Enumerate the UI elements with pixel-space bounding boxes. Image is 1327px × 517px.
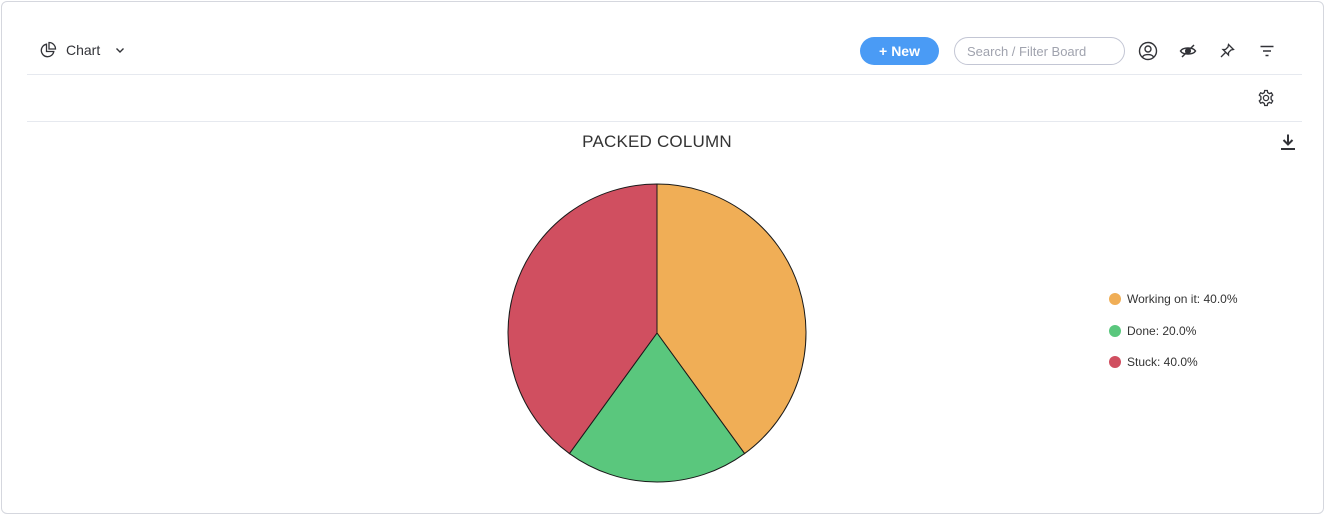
person-icon[interactable] [1137, 40, 1159, 62]
legend-label: Stuck: 40.0% [1127, 355, 1198, 369]
board-toolbar: Chart + New [27, 28, 1302, 75]
view-label: Chart [66, 42, 101, 58]
new-button-label: New [891, 43, 920, 59]
legend-label: Done: 20.0% [1127, 323, 1197, 338]
legend-item-stuck[interactable]: Stuck: 40.0% [1109, 353, 1238, 371]
chevron-down-icon[interactable] [114, 44, 126, 56]
pie-chart-icon [39, 41, 57, 59]
legend-marker [1109, 324, 1121, 337]
legend-label: Working on it: 40.0% [1127, 292, 1238, 306]
chart-legend: Working on it: 40.0% Done: 20.0% Stuck: 40… [1109, 290, 1238, 385]
filter-icon[interactable] [1256, 40, 1278, 62]
search-input[interactable] [954, 37, 1125, 65]
eye-hidden-icon[interactable] [1177, 40, 1199, 62]
gear-icon[interactable] [1255, 87, 1277, 109]
pin-icon[interactable] [1216, 40, 1238, 62]
legend-item-working-on-it[interactable]: Working on it: 40.0% [1109, 290, 1238, 308]
plus-glyph: + [879, 43, 888, 59]
pie-chart [507, 183, 807, 483]
chart-settings-bar [27, 75, 1302, 122]
download-icon[interactable] [1276, 130, 1300, 154]
legend-marker [1109, 356, 1121, 368]
chart-view-panel: Chart + New Search / Filter Board PACKED… [1, 1, 1324, 514]
legend-marker [1109, 293, 1121, 305]
legend-item-done[interactable]: Done: 20.0% [1109, 322, 1238, 340]
view-selector[interactable]: Chart [39, 38, 126, 62]
new-item-button[interactable]: + New [860, 37, 939, 65]
chart-title: PACKED COLUMN [582, 132, 732, 151]
